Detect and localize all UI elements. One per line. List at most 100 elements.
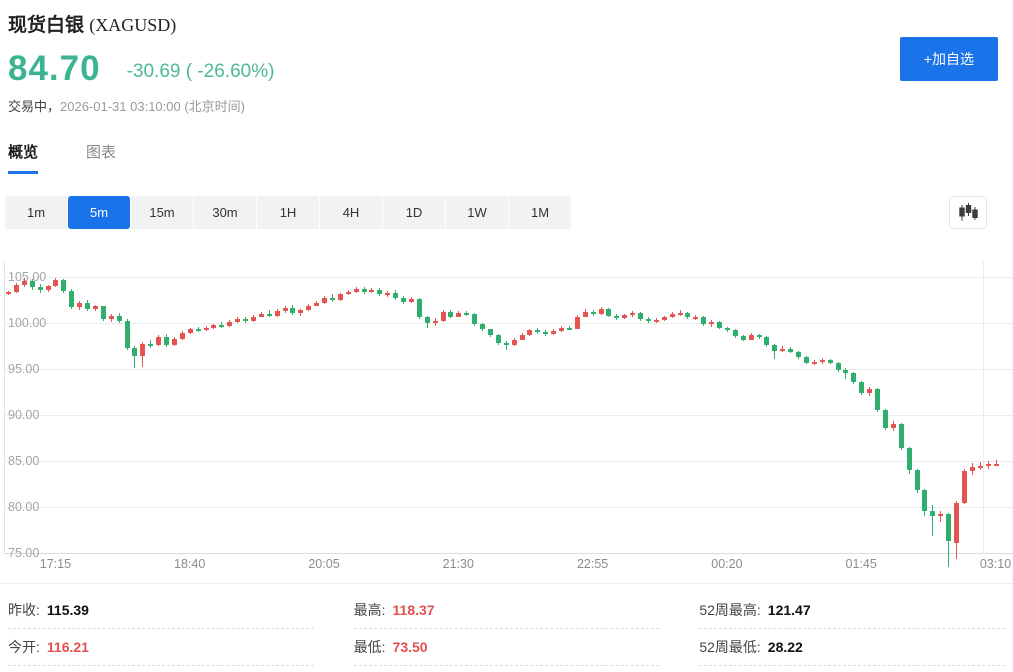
candle-body (472, 314, 477, 324)
candle-body (875, 389, 880, 410)
candle-body (915, 470, 920, 490)
chart-style-button[interactable] (949, 196, 987, 229)
x-axis-line (4, 553, 1013, 554)
stat-item: 昨收:115.39 (8, 592, 314, 629)
candle-body (377, 290, 382, 295)
interval-button-1M[interactable]: 1M (509, 196, 571, 229)
quote-timestamp: 2026-01-31 03:10:00 (北京时间) (60, 99, 245, 114)
candle-body (164, 337, 169, 345)
y-axis-tick-label: 105.00 (8, 270, 46, 284)
tab-overview[interactable]: 概览 (8, 141, 38, 174)
stat-item: 最高:118.37 (354, 592, 660, 629)
candle-body (235, 319, 240, 322)
stats-grid: 昨收:115.39 最高:118.37 52周最高:121.47 今开: 116.21 最… (8, 592, 1005, 666)
x-axis-tick-label: 22:55 (577, 557, 608, 571)
y-axis-tick-label: 95.00 (8, 362, 39, 376)
candle-body (219, 325, 224, 327)
stat-item: 52周最高:121.47 (699, 592, 1005, 629)
y-axis-tick-label: 75.00 (8, 546, 39, 560)
candle-body (646, 319, 651, 321)
x-axis-tick-label: 17:15 (40, 557, 71, 571)
candle-body (46, 286, 51, 290)
stat-value: 28.22 (768, 639, 803, 655)
add-watchlist-button[interactable]: +加自选 (900, 37, 998, 81)
candle-body (401, 298, 406, 302)
candle-body (678, 313, 683, 315)
interval-button-5m[interactable]: 5m (68, 196, 130, 229)
candle-body (930, 511, 935, 517)
candle-body (978, 466, 983, 468)
instrument-symbol: (XAGUSD) (89, 15, 176, 35)
candle-body (441, 312, 446, 321)
candle-body (630, 313, 635, 315)
instrument-title: 现货白银 (XAGUSD) (8, 10, 1013, 37)
x-axis-tick-label: 20:05 (308, 557, 339, 571)
candle-body (693, 317, 698, 319)
candle-body (85, 303, 90, 309)
candle-body (670, 314, 675, 318)
candle-body (322, 298, 327, 303)
candle-body (456, 313, 461, 317)
interval-button-1D[interactable]: 1D (383, 196, 445, 229)
candle-body (962, 471, 967, 503)
candle-body (551, 331, 556, 334)
candle-body (543, 332, 548, 334)
candle-body (77, 303, 82, 308)
candle-body (464, 313, 469, 315)
candle-body (117, 316, 122, 322)
stat-label: 52周最低: (699, 637, 760, 657)
stat-value: 116.21 (47, 639, 89, 655)
candle-body (283, 308, 288, 311)
candle-body (251, 317, 256, 322)
stat-item: 52周最低: 28.22 (699, 629, 1005, 666)
y-axis-tick-label: 85.00 (8, 454, 39, 468)
candle-body (828, 360, 833, 363)
candle-body (512, 340, 517, 346)
candle-body (741, 336, 746, 340)
candlestick-plot[interactable]: 105.00100.0095.0090.0085.0080.0075.00 (0, 261, 1013, 553)
candle-body (994, 464, 999, 466)
candle-body (409, 299, 414, 302)
y-axis-tick-label: 80.00 (8, 500, 39, 514)
candle-body (575, 317, 580, 329)
candle-body (599, 309, 604, 314)
candle-body (662, 317, 667, 320)
candle-body (362, 289, 367, 292)
interval-button-1H[interactable]: 1H (257, 196, 319, 229)
candle-body (591, 312, 596, 314)
candle-body (132, 348, 137, 356)
candle-body (480, 324, 485, 330)
candle-body (22, 281, 27, 286)
candle-body (899, 424, 904, 448)
candle-body (38, 287, 43, 290)
candle-body (859, 382, 864, 393)
candle-body (843, 370, 848, 373)
interval-button-4H[interactable]: 4H (320, 196, 382, 229)
plot-left-border (4, 261, 5, 553)
candle-body (298, 310, 303, 313)
tab-chart[interactable]: 图表 (86, 141, 116, 174)
y-axis-tick-label: 100.00 (8, 316, 46, 330)
candle-body (180, 333, 185, 339)
candle-body (946, 514, 951, 541)
candle-body (290, 308, 295, 313)
interval-button-1W[interactable]: 1W (446, 196, 508, 229)
y-gridline (4, 507, 1013, 508)
candle-body (275, 311, 280, 316)
candle-body (61, 280, 66, 291)
candle-body (567, 328, 572, 330)
stat-item: 最低:73.50 (354, 629, 660, 666)
stat-label: 最高: (354, 600, 386, 620)
plot-right-gridline (983, 261, 984, 553)
x-axis-tick-label: 21:30 (443, 557, 474, 571)
interval-button-1m[interactable]: 1m (5, 196, 67, 229)
candle-body (259, 314, 264, 317)
interval-button-15m[interactable]: 15m (131, 196, 193, 229)
y-axis-tick-label: 90.00 (8, 408, 39, 422)
stat-label: 今开: (8, 637, 40, 657)
quote-page: 现货白银 (XAGUSD) 84.70 -30.69 ( -26.60%) 交易… (0, 0, 1013, 672)
interval-button-30m[interactable]: 30m (194, 196, 256, 229)
y-gridline (4, 415, 1013, 416)
candle-body (488, 329, 493, 335)
candle-body (354, 289, 359, 292)
